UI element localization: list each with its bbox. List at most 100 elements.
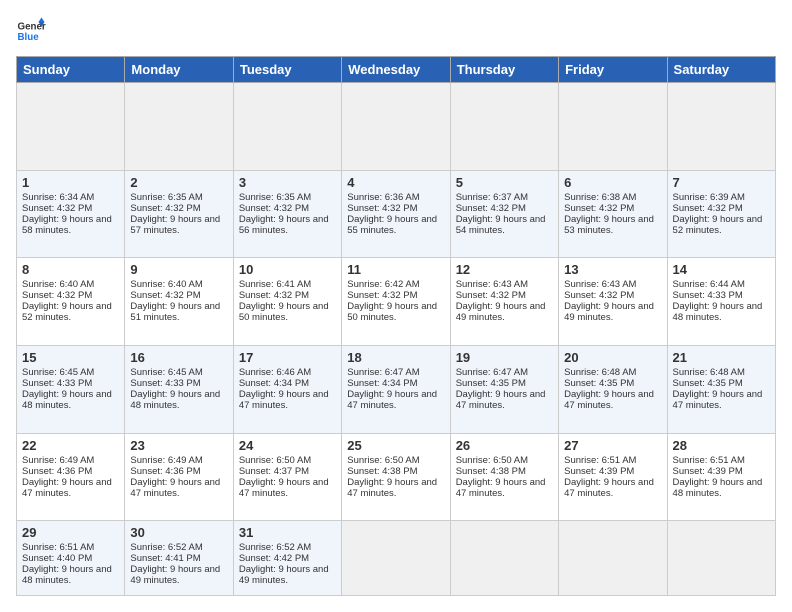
sunrise-text: Sunrise: 6:52 AM [130,542,227,553]
sunset-text: Sunset: 4:42 PM [239,553,336,564]
calendar-cell: 10Sunrise: 6:41 AMSunset: 4:32 PMDayligh… [233,258,341,346]
day-number: 4 [347,175,444,190]
calendar-week-1: 1Sunrise: 6:34 AMSunset: 4:32 PMDaylight… [17,170,776,258]
sunrise-text: Sunrise: 6:43 AM [564,279,661,290]
sunrise-text: Sunrise: 6:51 AM [564,455,661,466]
calendar-cell [17,83,125,171]
calendar-cell: 14Sunrise: 6:44 AMSunset: 4:33 PMDayligh… [667,258,775,346]
calendar-cell: 21Sunrise: 6:48 AMSunset: 4:35 PMDayligh… [667,345,775,433]
sunrise-text: Sunrise: 6:36 AM [347,192,444,203]
daylight-text: Daylight: 9 hours and 52 minutes. [22,301,119,323]
sunset-text: Sunset: 4:36 PM [130,466,227,477]
daylight-text: Daylight: 9 hours and 53 minutes. [564,214,661,236]
svg-text:Blue: Blue [18,32,40,43]
daylight-text: Daylight: 9 hours and 52 minutes. [673,214,770,236]
calendar-cell: 22Sunrise: 6:49 AMSunset: 4:36 PMDayligh… [17,433,125,521]
sunset-text: Sunset: 4:40 PM [22,553,119,564]
daylight-text: Daylight: 9 hours and 47 minutes. [673,389,770,411]
day-number: 15 [22,350,119,365]
day-header-sunday: Sunday [17,57,125,83]
sunset-text: Sunset: 4:33 PM [673,290,770,301]
day-number: 31 [239,525,336,540]
sunrise-text: Sunrise: 6:41 AM [239,279,336,290]
day-number: 12 [456,262,553,277]
calendar-table: SundayMondayTuesdayWednesdayThursdayFrid… [16,56,776,596]
sunrise-text: Sunrise: 6:35 AM [130,192,227,203]
calendar-cell: 2Sunrise: 6:35 AMSunset: 4:32 PMDaylight… [125,170,233,258]
sunrise-text: Sunrise: 6:44 AM [673,279,770,290]
day-number: 30 [130,525,227,540]
calendar-cell [233,83,341,171]
day-number: 17 [239,350,336,365]
calendar-cell: 12Sunrise: 6:43 AMSunset: 4:32 PMDayligh… [450,258,558,346]
sunset-text: Sunset: 4:34 PM [347,378,444,389]
calendar-cell: 20Sunrise: 6:48 AMSunset: 4:35 PMDayligh… [559,345,667,433]
sunset-text: Sunset: 4:34 PM [239,378,336,389]
sunrise-text: Sunrise: 6:52 AM [239,542,336,553]
day-header-wednesday: Wednesday [342,57,450,83]
calendar-cell: 30Sunrise: 6:52 AMSunset: 4:41 PMDayligh… [125,521,233,596]
sunrise-text: Sunrise: 6:35 AM [239,192,336,203]
sunset-text: Sunset: 4:32 PM [347,203,444,214]
sunset-text: Sunset: 4:32 PM [239,203,336,214]
day-header-saturday: Saturday [667,57,775,83]
day-number: 23 [130,438,227,453]
daylight-text: Daylight: 9 hours and 49 minutes. [239,564,336,586]
daylight-text: Daylight: 9 hours and 49 minutes. [456,301,553,323]
sunset-text: Sunset: 4:32 PM [239,290,336,301]
sunrise-text: Sunrise: 6:37 AM [456,192,553,203]
calendar-cell: 1Sunrise: 6:34 AMSunset: 4:32 PMDaylight… [17,170,125,258]
sunset-text: Sunset: 4:35 PM [673,378,770,389]
calendar-cell: 15Sunrise: 6:45 AMSunset: 4:33 PMDayligh… [17,345,125,433]
sunset-text: Sunset: 4:38 PM [456,466,553,477]
day-number: 24 [239,438,336,453]
calendar-header-row: SundayMondayTuesdayWednesdayThursdayFrid… [17,57,776,83]
calendar-cell [559,521,667,596]
sunrise-text: Sunrise: 6:45 AM [130,367,227,378]
daylight-text: Daylight: 9 hours and 48 minutes. [22,564,119,586]
daylight-text: Daylight: 9 hours and 50 minutes. [347,301,444,323]
daylight-text: Daylight: 9 hours and 47 minutes. [347,477,444,499]
daylight-text: Daylight: 9 hours and 55 minutes. [347,214,444,236]
sunrise-text: Sunrise: 6:49 AM [22,455,119,466]
sunset-text: Sunset: 4:32 PM [673,203,770,214]
sunrise-text: Sunrise: 6:47 AM [456,367,553,378]
day-number: 19 [456,350,553,365]
daylight-text: Daylight: 9 hours and 48 minutes. [22,389,119,411]
sunset-text: Sunset: 4:33 PM [130,378,227,389]
sunrise-text: Sunrise: 6:48 AM [673,367,770,378]
day-number: 7 [673,175,770,190]
daylight-text: Daylight: 9 hours and 48 minutes. [130,389,227,411]
calendar-cell [667,521,775,596]
calendar-cell [450,521,558,596]
sunset-text: Sunset: 4:39 PM [673,466,770,477]
sunrise-text: Sunrise: 6:40 AM [130,279,227,290]
sunrise-text: Sunrise: 6:49 AM [130,455,227,466]
daylight-text: Daylight: 9 hours and 56 minutes. [239,214,336,236]
sunset-text: Sunset: 4:37 PM [239,466,336,477]
daylight-text: Daylight: 9 hours and 47 minutes. [456,477,553,499]
day-number: 10 [239,262,336,277]
daylight-text: Daylight: 9 hours and 48 minutes. [673,477,770,499]
calendar-week-4: 22Sunrise: 6:49 AMSunset: 4:36 PMDayligh… [17,433,776,521]
calendar-cell: 18Sunrise: 6:47 AMSunset: 4:34 PMDayligh… [342,345,450,433]
sunrise-text: Sunrise: 6:50 AM [456,455,553,466]
day-number: 13 [564,262,661,277]
sunrise-text: Sunrise: 6:39 AM [673,192,770,203]
daylight-text: Daylight: 9 hours and 51 minutes. [130,301,227,323]
calendar-cell: 11Sunrise: 6:42 AMSunset: 4:32 PMDayligh… [342,258,450,346]
sunrise-text: Sunrise: 6:40 AM [22,279,119,290]
sunrise-text: Sunrise: 6:46 AM [239,367,336,378]
logo-icon: General Blue [16,16,46,46]
calendar-cell: 23Sunrise: 6:49 AMSunset: 4:36 PMDayligh… [125,433,233,521]
calendar-cell: 26Sunrise: 6:50 AMSunset: 4:38 PMDayligh… [450,433,558,521]
day-number: 2 [130,175,227,190]
sunrise-text: Sunrise: 6:34 AM [22,192,119,203]
calendar-week-2: 8Sunrise: 6:40 AMSunset: 4:32 PMDaylight… [17,258,776,346]
page: General Blue SundayMondayTuesdayWednesda… [0,0,792,612]
sunset-text: Sunset: 4:32 PM [456,290,553,301]
header: General Blue [16,16,776,46]
sunset-text: Sunset: 4:32 PM [22,290,119,301]
calendar-week-3: 15Sunrise: 6:45 AMSunset: 4:33 PMDayligh… [17,345,776,433]
day-number: 16 [130,350,227,365]
